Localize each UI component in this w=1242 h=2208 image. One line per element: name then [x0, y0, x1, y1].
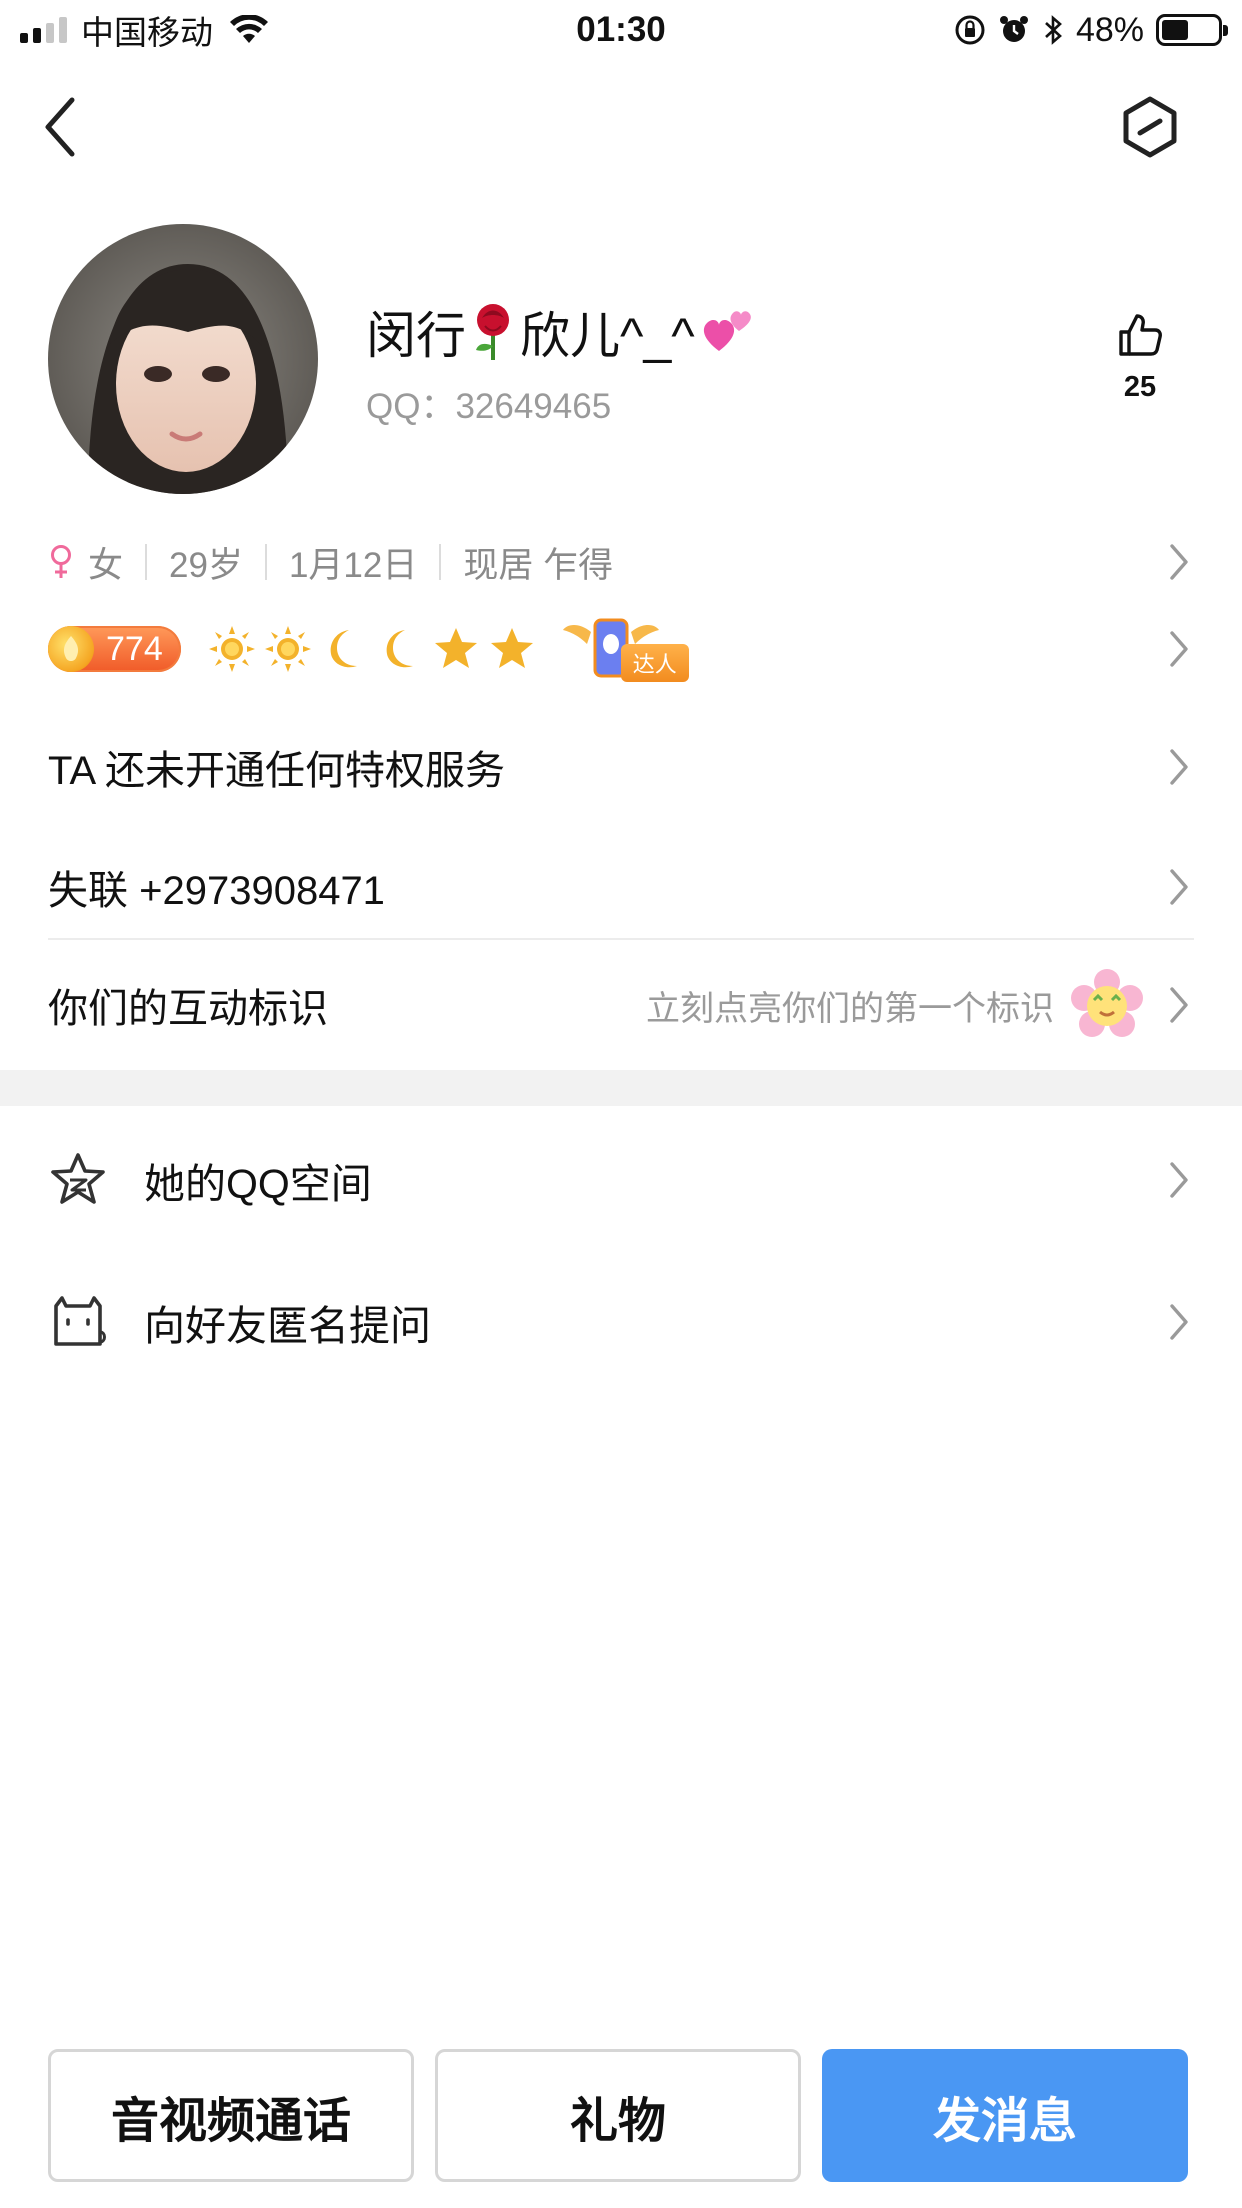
divider [264, 544, 267, 580]
talent-tag: 达人 [620, 644, 689, 682]
nickname-part1: 闵行 [366, 308, 466, 364]
divider [439, 544, 442, 580]
location-label: 现居 乍得 [463, 545, 614, 585]
gender-label: 女 [88, 545, 124, 585]
lost-contact-text: 失联 +2973908471 [48, 869, 385, 913]
female-icon [51, 545, 71, 578]
moon-icon [330, 630, 357, 668]
qzone-star-icon [51, 1153, 105, 1204]
profile-info-row[interactable]: 女 29岁 1月12日 现居 乍得 [48, 534, 1194, 590]
menu-label-anonymous-question: 向好友匿名提问 [144, 1303, 431, 1349]
sun-icon [264, 626, 311, 672]
birthday-label: 1月12日 [288, 545, 418, 585]
chevron-right-icon [1170, 749, 1188, 785]
send-message-button[interactable]: 发消息 [822, 2049, 1188, 2182]
chevron-right-icon [1170, 1162, 1188, 1198]
qq-number: QQ：32649465 [366, 387, 612, 426]
nickname: 闵行 欣儿^_^ [366, 296, 755, 368]
lost-contact-row[interactable]: 失联 +2973908471 [48, 842, 1194, 932]
section-separator [0, 1070, 1242, 1106]
bluetooth-icon [1045, 15, 1062, 45]
avatar-image [48, 224, 318, 494]
privilege-text: TA 还未开通任何特权服务 [48, 749, 506, 793]
like-button[interactable]: 25 [1100, 312, 1180, 404]
back-button[interactable] [36, 92, 96, 162]
interaction-label: 你们的互动标识 [48, 987, 328, 1031]
orientation-lock-icon [955, 15, 985, 45]
star-icon [434, 628, 477, 668]
chevron-right-icon [1170, 631, 1188, 667]
level-coin-icon [48, 626, 94, 672]
thumbs-up-icon [1119, 314, 1162, 356]
divider [145, 544, 148, 580]
like-count: 25 [1123, 371, 1157, 403]
sun-icon [208, 626, 255, 672]
moon-icon [386, 630, 413, 668]
battery-icon [1156, 14, 1228, 46]
privilege-row[interactable]: TA 还未开通任何特权服务 [48, 722, 1194, 812]
menu-label-qzone: 她的QQ空间 [144, 1161, 372, 1207]
battery-percent: 48% [1075, 10, 1144, 49]
level-number: 774 [106, 629, 163, 668]
nickname-part2: 欣儿^_^ [520, 308, 695, 364]
status-bar: 中国移动 01:30 48% [0, 0, 1242, 60]
chevron-right-icon [1170, 869, 1188, 905]
chevron-right-icon [1170, 987, 1188, 1023]
rose-emoji [476, 304, 509, 360]
flower-emoji [1071, 969, 1143, 1037]
hearts-emoji [703, 311, 751, 351]
level-badge: 774 [48, 626, 181, 672]
menu-item-qzone[interactable]: 她的QQ空间 [48, 1130, 1194, 1230]
interaction-hint: 立刻点亮你们的第一个标识 [646, 989, 1054, 1028]
avatar[interactable] [48, 224, 318, 494]
chevron-right-icon [1170, 1304, 1188, 1340]
status-right: 48% [954, 8, 1228, 52]
more-button[interactable] [1118, 94, 1182, 160]
gift-button[interactable]: 礼物 [435, 2049, 801, 2182]
divider [48, 938, 1194, 940]
alarm-icon [999, 16, 1028, 42]
level-row[interactable]: 774 达人 [48, 614, 1194, 684]
more-hexagon-icon [1123, 96, 1177, 158]
interaction-row[interactable]: 你们的互动标识 立刻点亮你们的第一个标识 [48, 960, 1194, 1050]
age-label: 29岁 [169, 545, 243, 585]
talent-badge: 达人 [561, 614, 701, 684]
chevron-right-icon [1170, 544, 1188, 580]
menu-item-anonymous-question[interactable]: 向好友匿名提问 [48, 1272, 1194, 1372]
cat-box-icon [54, 1296, 106, 1346]
video-call-button[interactable]: 音视频通话 [48, 2049, 414, 2182]
star-icon [490, 628, 533, 668]
back-arrow-icon [45, 97, 75, 157]
level-icons [207, 624, 537, 674]
